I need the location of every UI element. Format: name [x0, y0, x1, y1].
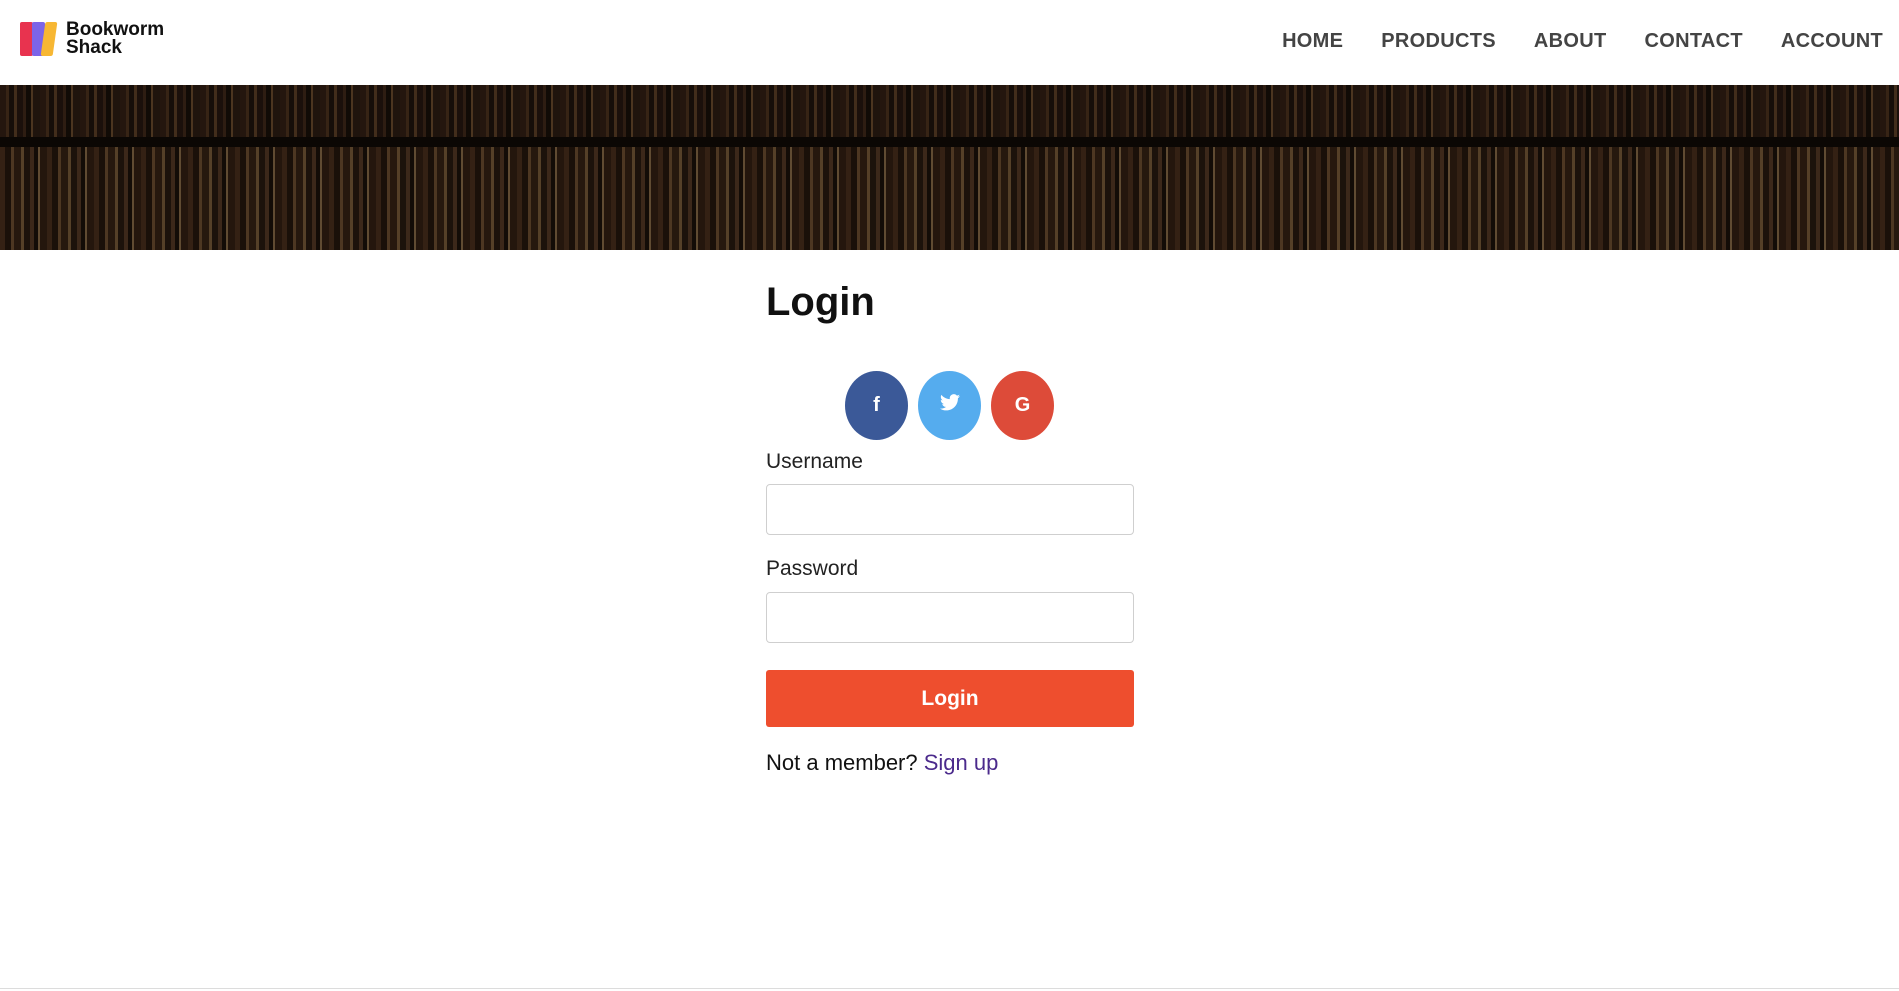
password-input[interactable]	[766, 592, 1134, 643]
signup-prompt: Not a member? Sign up	[766, 750, 998, 776]
page-title: Login	[766, 280, 875, 324]
twitter-login-button[interactable]	[918, 371, 981, 440]
bookshelf-banner	[0, 85, 1899, 250]
facebook-login-button[interactable]: f	[845, 371, 908, 440]
facebook-icon: f	[873, 394, 880, 416]
nav-products[interactable]: PRODUCTS	[1381, 30, 1496, 53]
main-nav: HOME PRODUCTS ABOUT CONTACT ACCOUNT	[1282, 30, 1883, 53]
brand-name-line2: Shack	[66, 37, 122, 58]
twitter-icon	[939, 394, 960, 417]
social-login-group: f G	[845, 371, 1054, 440]
signup-prompt-text: Not a member?	[766, 750, 918, 775]
nav-about[interactable]: ABOUT	[1534, 30, 1607, 53]
brand-logo[interactable]: Bookworm Shack	[20, 20, 176, 58]
banner-shelf-bottom	[0, 147, 1899, 250]
brand-name: Bookworm Shack	[66, 20, 176, 58]
google-login-button[interactable]: G	[991, 371, 1054, 440]
footer-divider	[0, 988, 1899, 989]
login-button[interactable]: Login	[766, 670, 1134, 727]
username-input[interactable]	[766, 484, 1134, 535]
nav-home[interactable]: HOME	[1282, 30, 1343, 53]
banner-shelf-top	[0, 85, 1899, 147]
username-label: Username	[766, 450, 863, 473]
nav-contact[interactable]: CONTACT	[1645, 30, 1743, 53]
password-label: Password	[766, 557, 859, 580]
site-header: Bookworm Shack HOME PRODUCTS ABOUT CONTA…	[0, 0, 1899, 85]
books-logo-icon	[20, 20, 58, 58]
nav-account[interactable]: ACCOUNT	[1781, 30, 1883, 53]
signup-link[interactable]: Sign up	[924, 750, 999, 775]
google-icon: G	[1014, 394, 1031, 416]
